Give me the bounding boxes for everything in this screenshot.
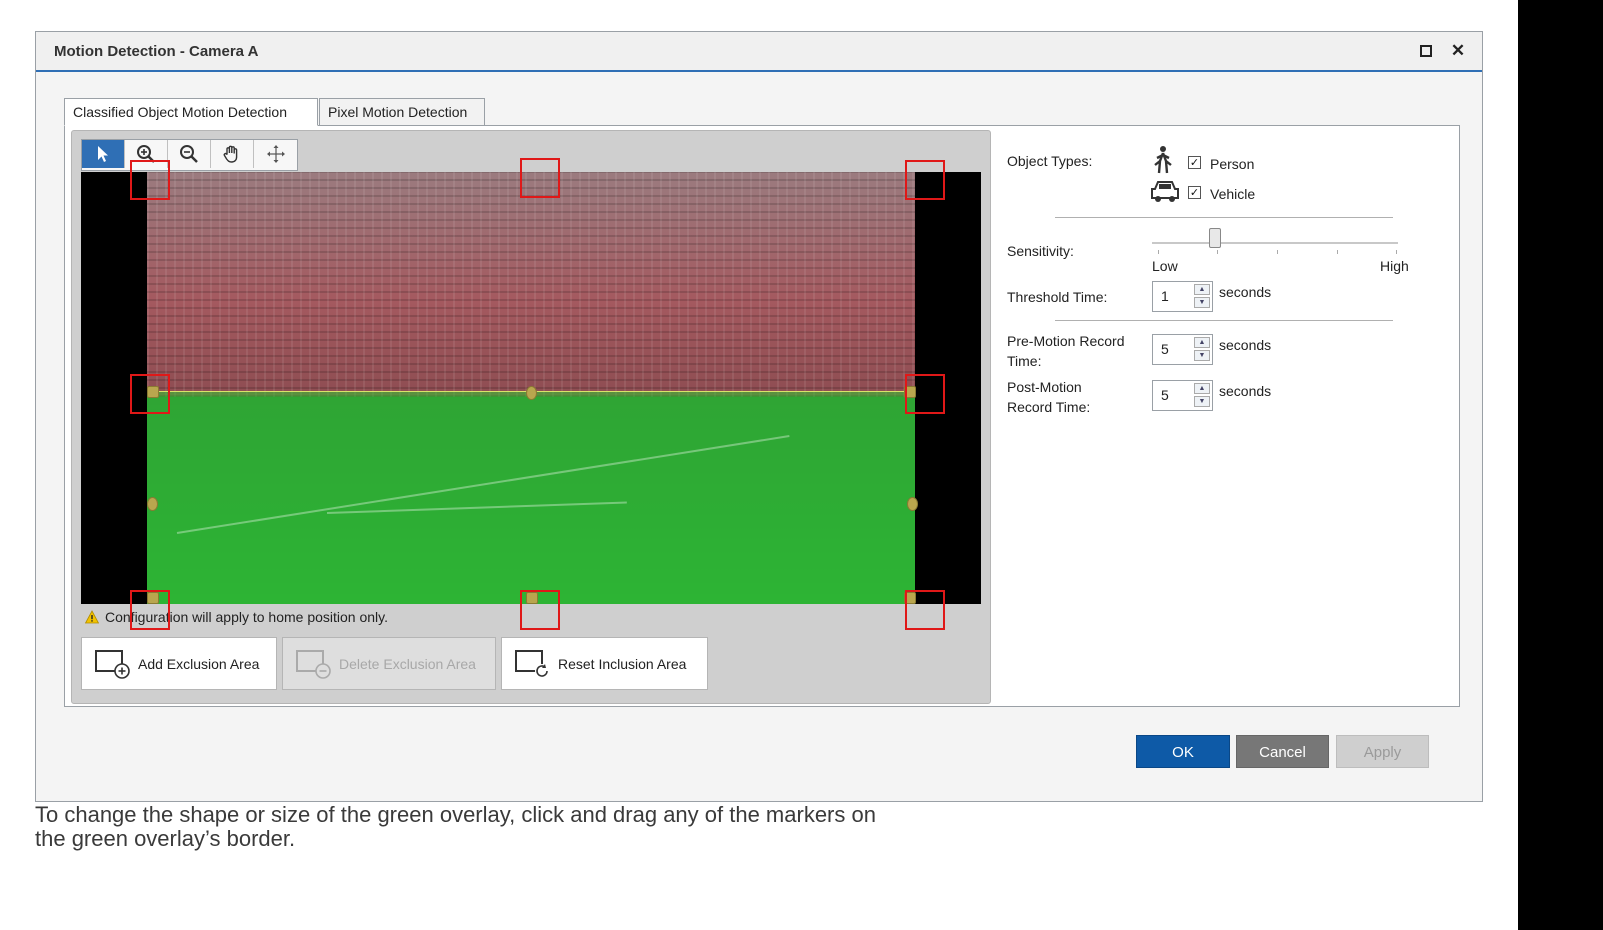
person-checkbox[interactable]: ✓ [1188,156,1201,169]
pre-motion-seconds-label: seconds [1219,337,1272,353]
marker-highlight [130,590,170,630]
overlay-edge-handle[interactable] [526,386,537,400]
pre-motion-time-spinner[interactable]: 5 ▲ ▼ [1152,334,1213,365]
sensitivity-slider-thumb[interactable] [1209,228,1221,248]
spin-down-icon[interactable]: ▼ [1194,396,1210,407]
threshold-time-label: Threshold Time: [1007,289,1108,305]
black-margin-bar [1518,0,1603,930]
zoom-out-icon[interactable] [168,140,211,168]
marker-highlight [520,158,560,198]
sensitivity-slider-track[interactable] [1152,242,1398,244]
tab-pixel-motion[interactable]: Pixel Motion Detection [319,98,485,126]
pointer-icon[interactable] [82,140,125,168]
slider-tick [1277,250,1278,254]
spin-up-icon[interactable]: ▲ [1194,284,1210,295]
video-toolbar [81,139,298,171]
instruction-caption: To change the shape or size of the green… [35,803,935,851]
post-motion-seconds-label: seconds [1219,383,1272,399]
field-line [326,501,627,514]
ok-button[interactable]: OK [1136,735,1230,768]
threshold-time-spinner[interactable]: 1 ▲ ▼ [1152,281,1213,312]
person-icon [1154,146,1172,174]
slider-tick [1396,250,1397,254]
sensitivity-high-label: High [1380,258,1409,274]
marker-highlight [130,374,170,414]
marker-highlight [905,590,945,630]
camera-video-view[interactable] [81,172,981,604]
threshold-seconds-label: seconds [1219,284,1272,300]
spin-up-icon[interactable]: ▲ [1194,383,1210,394]
caption-line-2: the green overlay’s border. [35,826,296,851]
separator [1055,320,1393,321]
pre-motion-time-value: 5 [1161,341,1169,357]
pan-hand-icon[interactable] [211,140,254,168]
spin-down-icon[interactable]: ▼ [1194,350,1210,361]
post-motion-time-spinner[interactable]: 5 ▲ ▼ [1152,380,1213,411]
spin-up-icon[interactable]: ▲ [1194,337,1210,348]
vehicle-icon [1151,181,1179,202]
close-icon[interactable]: ✕ [1447,40,1469,62]
tab-content: Configuration will apply to home positio… [64,125,1460,707]
sensitivity-low-label: Low [1152,258,1178,274]
slider-tick [1158,250,1159,254]
delete-exclusion-area-label: Delete Exclusion Area [339,655,476,672]
vehicle-label: Vehicle [1210,186,1256,202]
warning-icon [85,610,99,624]
add-area-icon [95,649,130,679]
vehicle-checkbox[interactable]: ✓ [1188,186,1201,199]
detection-settings-panel: Object Types: ✓ Person ✓ Vehicle Sensiti… [1001,126,1451,706]
reset-inclusion-area-label: Reset Inclusion Area [558,655,687,672]
tab-classified-object-motion[interactable]: Classified Object Motion Detection [64,98,318,126]
reset-inclusion-area-button[interactable]: Reset Inclusion Area [501,637,708,690]
marker-highlight [905,374,945,414]
sensitivity-label: Sensitivity: [1007,243,1074,259]
post-motion-label-line2: Record Time: [1007,399,1091,415]
delete-area-icon [296,649,331,679]
overlay-edge-handle[interactable] [907,497,918,511]
marker-highlight [905,160,945,200]
post-motion-label-line1: Post-Motion [1007,379,1082,395]
move-icon[interactable] [254,140,297,168]
slider-tick [1217,250,1218,254]
marker-highlight [520,590,560,630]
post-motion-time-value: 5 [1161,387,1169,403]
delete-exclusion-area-button[interactable]: Delete Exclusion Area [282,637,496,690]
caption-line-1: To change the shape or size of the green… [35,802,876,827]
marker-highlight [130,160,170,200]
slider-tick [1337,250,1338,254]
window-title: Motion Detection - Camera A [54,43,259,60]
inclusion-area-overlay[interactable] [147,391,915,604]
person-label: Person [1210,156,1255,172]
cancel-button[interactable]: Cancel [1236,735,1329,768]
title-bar: Motion Detection - Camera A ✕ [36,32,1482,72]
pre-motion-label-line2: Time: [1007,353,1042,369]
reset-area-icon [515,649,549,678]
object-types-label: Object Types: [1007,153,1093,169]
apply-button[interactable]: Apply [1336,735,1429,768]
stadium-seats [147,172,915,397]
field-line [176,435,790,534]
add-exclusion-area-label: Add Exclusion Area [138,655,260,672]
separator [1055,217,1393,218]
threshold-time-value: 1 [1161,288,1169,304]
maximize-icon[interactable] [1415,40,1437,62]
motion-detection-dialog: Motion Detection - Camera A ✕ Classified… [35,31,1483,802]
overlay-edge-handle[interactable] [147,497,158,511]
add-exclusion-area-button[interactable]: Add Exclusion Area [81,637,277,690]
pre-motion-label-line1: Pre-Motion Record [1007,333,1125,349]
spin-down-icon[interactable]: ▼ [1194,297,1210,308]
